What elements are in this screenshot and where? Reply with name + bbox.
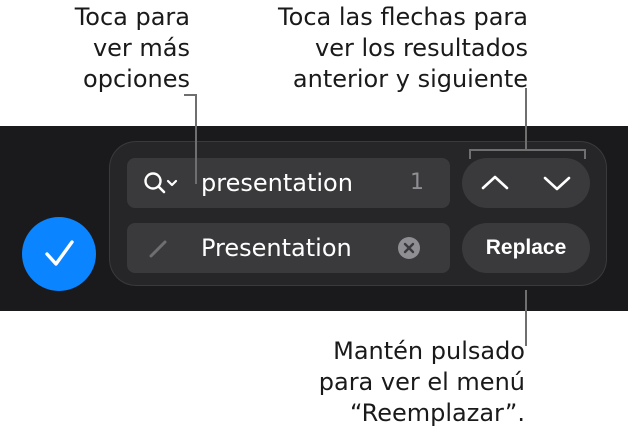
replace-field[interactable]: Presentation bbox=[127, 223, 450, 273]
chevron-up-icon[interactable] bbox=[480, 173, 510, 193]
chevron-down-icon[interactable] bbox=[542, 173, 572, 193]
replace-input[interactable]: Presentation bbox=[201, 223, 352, 273]
done-button[interactable] bbox=[22, 217, 96, 291]
clear-icon[interactable] bbox=[397, 236, 421, 260]
find-input[interactable]: presentation bbox=[201, 158, 353, 208]
pencil-icon bbox=[149, 240, 167, 258]
match-count: 1 bbox=[410, 170, 424, 195]
result-navigation bbox=[462, 158, 590, 208]
callout-replace-hold: Mantén pulsado para ver el menú “Reempla… bbox=[318, 337, 525, 427]
callout-line bbox=[525, 88, 527, 150]
callout-arrows: Toca las flechas para ver los resultados… bbox=[278, 3, 528, 93]
callout-bracket bbox=[584, 149, 586, 159]
find-field[interactable]: presentation 1 bbox=[127, 158, 450, 208]
checkmark-icon bbox=[45, 240, 74, 266]
callout-line bbox=[525, 290, 527, 346]
callout-line bbox=[195, 94, 197, 184]
callout-more-options: Toca para ver más opciones bbox=[74, 3, 190, 93]
replace-button[interactable]: Replace bbox=[462, 223, 590, 273]
callout-bracket bbox=[469, 149, 585, 151]
callout-bracket bbox=[469, 149, 471, 159]
search-options-icon[interactable] bbox=[141, 168, 183, 198]
